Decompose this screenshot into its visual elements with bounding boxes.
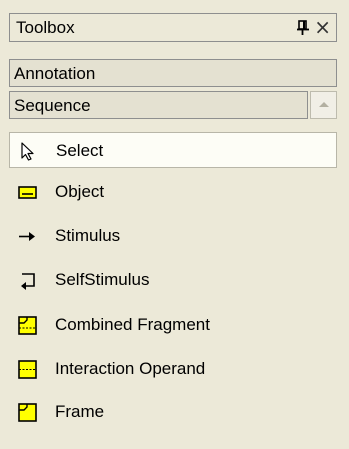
- pointer-arrow-icon: [19, 142, 38, 161]
- tool-item-selfstimulus[interactable]: SelfStimulus: [9, 262, 337, 298]
- frame-icon: [18, 403, 37, 422]
- tool-item-label: Frame: [55, 402, 105, 421]
- tool-item-label: Interaction Operand: [55, 359, 206, 378]
- interaction-operand-icon: [18, 360, 37, 379]
- toolbox-title: Toolbox: [16, 18, 75, 37]
- section-sequence[interactable]: Sequence: [9, 91, 308, 119]
- tool-item-interaction-operand[interactable]: Interaction Operand: [9, 351, 337, 387]
- right-arrow-icon: [18, 227, 37, 246]
- tool-item-label: Stimulus: [55, 226, 121, 245]
- toolbox-title-bar: Toolbox ×: [9, 13, 337, 42]
- self-loop-arrow-icon: [18, 271, 37, 290]
- section-annotation[interactable]: Annotation: [9, 59, 337, 87]
- scroll-up-button[interactable]: [310, 91, 337, 119]
- scroll-up-arrow-icon: [319, 102, 329, 107]
- tool-item-label: Object: [55, 182, 105, 201]
- tool-item-combined-fragment[interactable]: Combined Fragment: [9, 307, 337, 343]
- pin-icon[interactable]: [296, 20, 310, 36]
- tool-item-object[interactable]: Object: [9, 174, 337, 210]
- tool-item-label: SelfStimulus: [55, 270, 150, 289]
- object-box-icon: [18, 183, 37, 202]
- close-icon[interactable]: ×: [314, 17, 331, 37]
- tool-item-label: Select: [56, 141, 104, 160]
- tool-item-select[interactable]: Select: [9, 132, 337, 168]
- section-sequence-label: Sequence: [14, 96, 91, 115]
- combined-fragment-icon: [18, 316, 37, 335]
- tool-item-label: Combined Fragment: [55, 315, 210, 334]
- section-annotation-label: Annotation: [14, 64, 96, 83]
- tool-item-frame[interactable]: Frame: [9, 394, 337, 430]
- tool-item-stimulus[interactable]: Stimulus: [9, 218, 337, 254]
